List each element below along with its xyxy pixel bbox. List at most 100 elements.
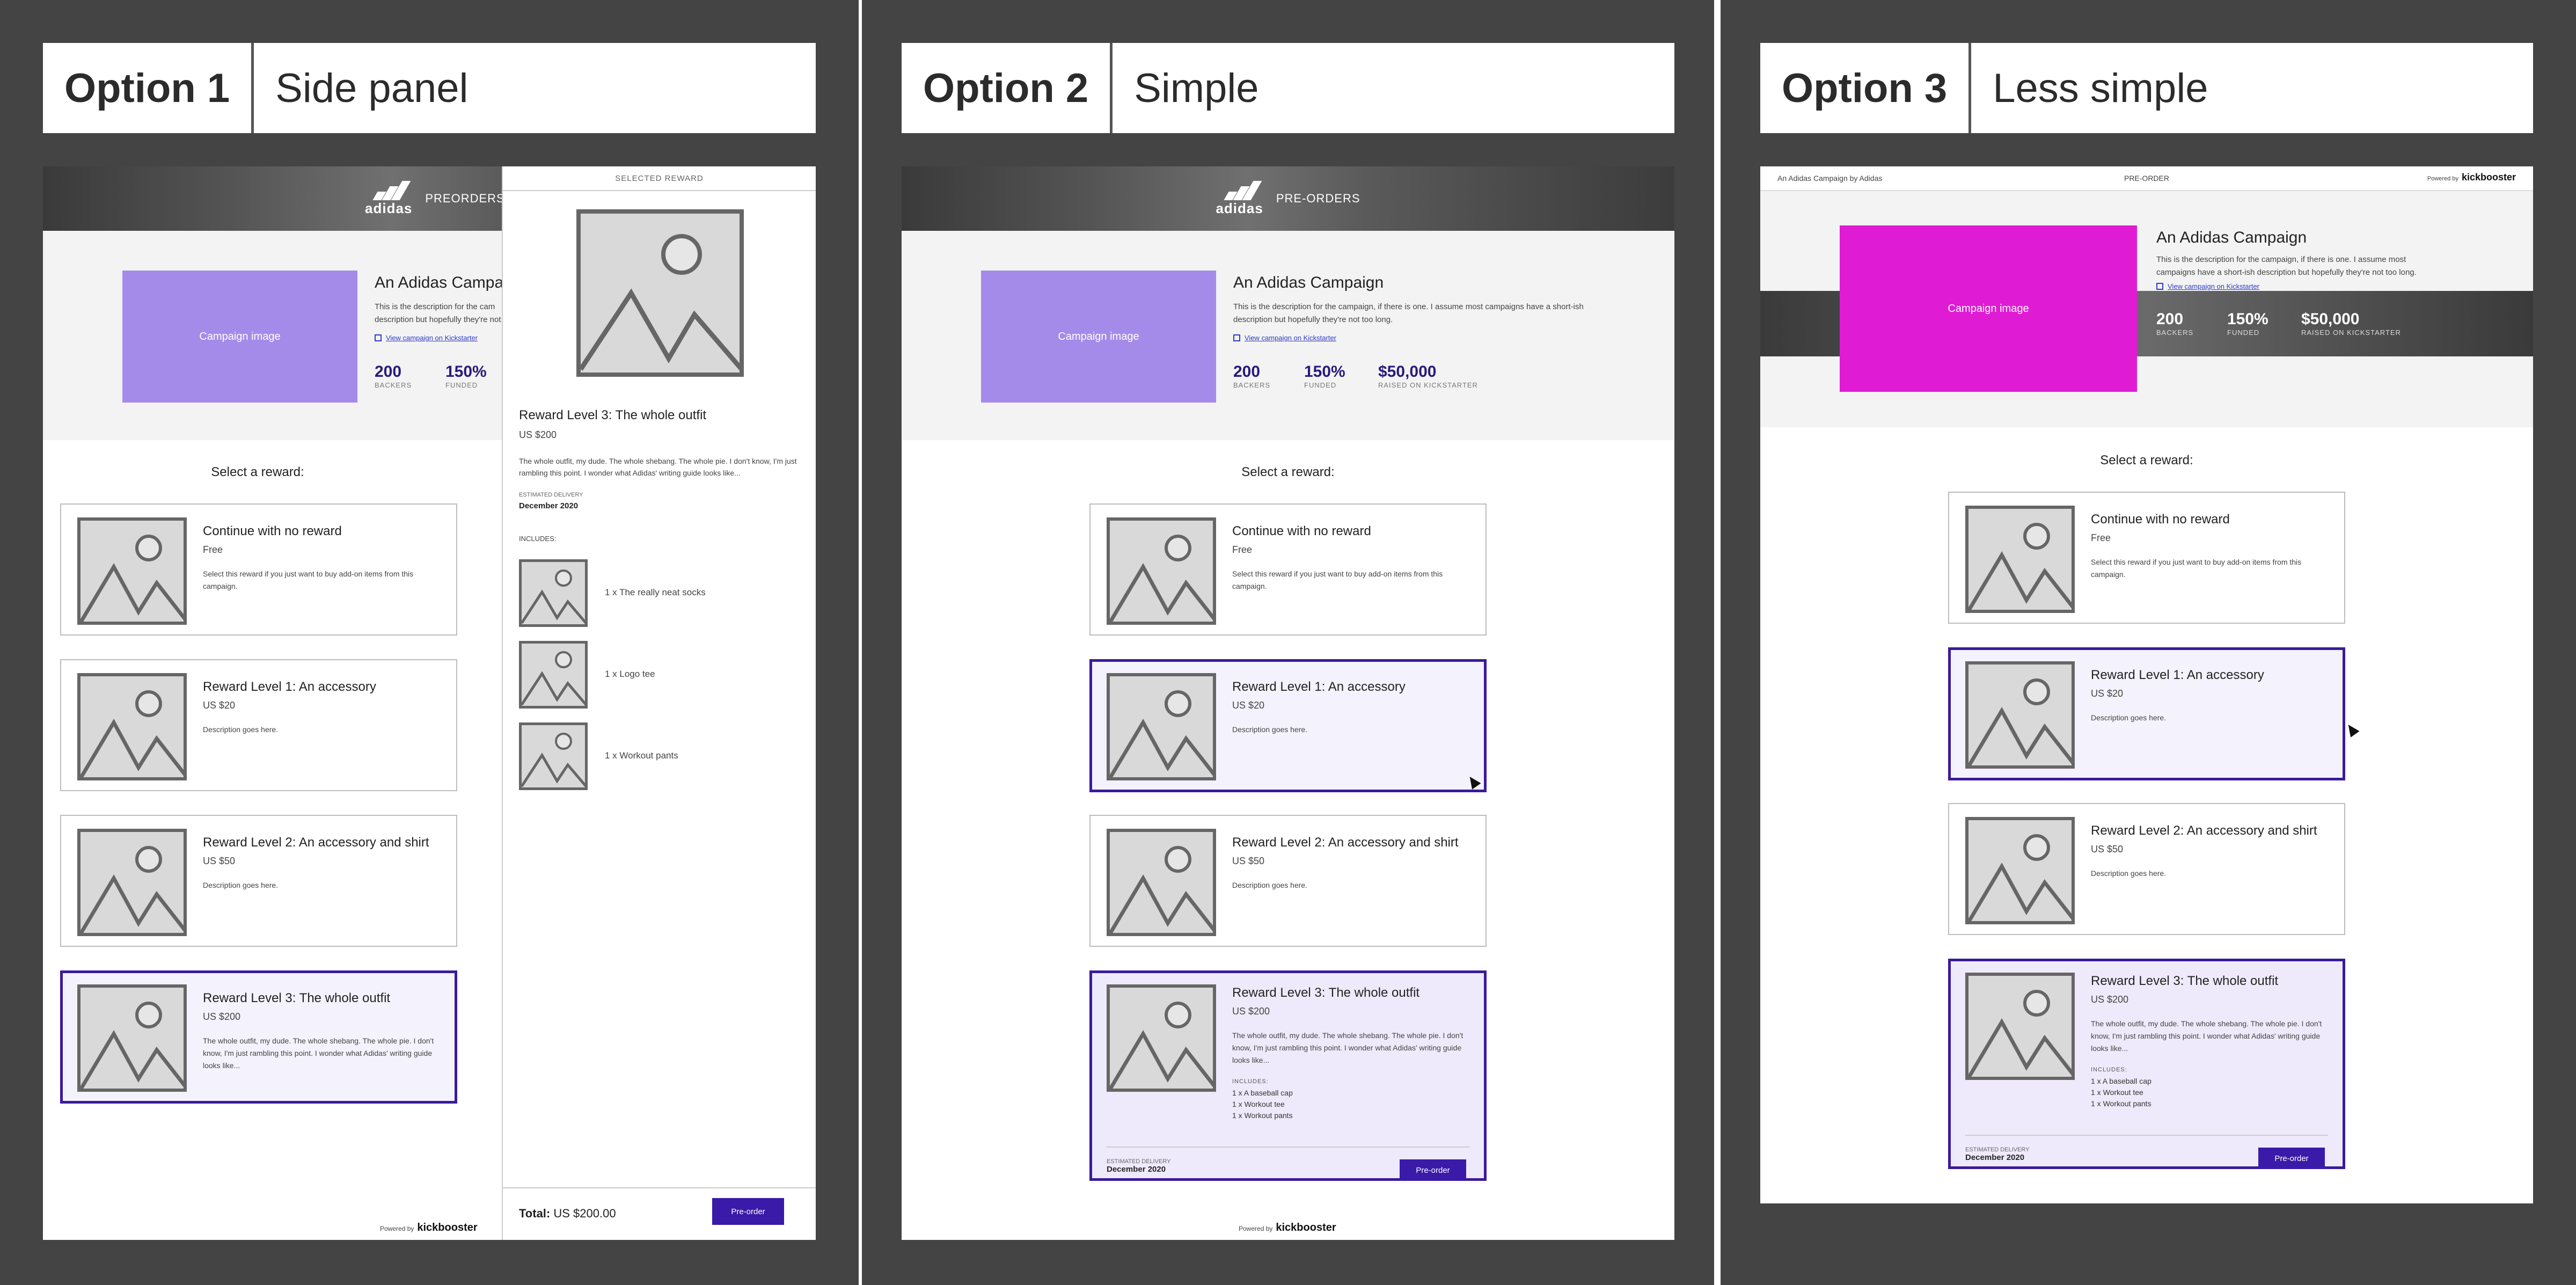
reward-description: The whole outfit, my dude. The whole she…: [2091, 1019, 2322, 1053]
banner-preorders-label: PRE-ORDERS: [1276, 192, 1360, 205]
reward-title: Reward Level 3: The whole outfit: [2091, 974, 2279, 988]
kickstarter-link[interactable]: View campaign on Kickstarter: [1233, 334, 1336, 342]
select-reward-label: Select a reward:: [1241, 465, 1335, 479]
mouse-cursor-icon: [1465, 773, 1481, 790]
include-item-label: 1 x Logo tee: [605, 669, 655, 679]
campaign-description: This is the description for the campaign…: [2156, 255, 2417, 277]
reward-image-placeholder: [77, 829, 187, 936]
reward-card-level-1[interactable]: Reward Level 1: An accessory US $20 Desc…: [1948, 647, 2345, 780]
side-reward-title: Reward Level 3: The whole outfit: [519, 408, 707, 422]
side-panel-header: SELECTED REWARD: [503, 166, 816, 191]
reward-price: US $20: [1232, 700, 1265, 711]
top-bar-pre-order: PRE-ORDER: [2124, 174, 2169, 182]
campaign-title: An Adidas Campaig: [375, 274, 516, 291]
side-delivery-value: December 2020: [519, 501, 579, 510]
stat-raised: $50,000 RAISED ON KICKSTARTER: [1378, 363, 1478, 389]
reward-price: US $20: [203, 700, 236, 711]
pre-order-button[interactable]: Pre-order: [712, 1198, 784, 1225]
reward-image-placeholder: [1965, 973, 2075, 1080]
total-label: Total: US $200.00: [519, 1207, 616, 1220]
reward-card-level-2[interactable]: Reward Level 2: An accessory and shirt U…: [60, 815, 457, 947]
reward-description: Select this reward if you just want to b…: [2091, 558, 2302, 579]
include-item-label: 1 x The really neat socks: [605, 587, 706, 597]
reward-image-placeholder: [1107, 984, 1216, 1092]
reward-image-placeholder: [77, 517, 187, 625]
external-link-icon: [1233, 334, 1240, 341]
selected-reward-side-panel: SELECTED REWARD Reward Level 3: The whol…: [502, 166, 816, 1240]
include-item-image: [519, 559, 588, 627]
campaign-title: An Adidas Campaign: [1233, 274, 1384, 291]
option-title: Side panel: [275, 65, 469, 111]
column-divider: [1714, 0, 1721, 1285]
campaign-image: Campaign image: [122, 271, 357, 403]
side-reward-price: US $200: [519, 429, 557, 440]
powered-by-kickbooster: Powered by kickbooster: [380, 1222, 478, 1233]
reward-image-placeholder: [1107, 517, 1216, 625]
reward-includes: INCLUDES: 1 x A baseball cap 1 x Workout…: [2091, 1067, 2151, 1108]
reward-image-placeholder: [1107, 829, 1216, 936]
reward-title: Reward Level 1: An accessory: [1232, 680, 1406, 694]
reward-price: US $200: [1232, 1006, 1270, 1017]
reward-card-level-2[interactable]: Reward Level 2: An accessory and shirt U…: [1948, 803, 2345, 935]
reward-card-level-3[interactable]: Reward Level 3: The whole outfit US $200…: [60, 970, 457, 1104]
select-reward-label: Select a reward:: [2100, 453, 2193, 468]
stat-backers: 200 BACKERS: [2156, 310, 2194, 337]
reward-title: Reward Level 1: An accessory: [2091, 668, 2264, 682]
option-title: Simple: [1134, 65, 1259, 111]
pre-order-button[interactable]: Pre-order: [2258, 1148, 2325, 1169]
reward-footer: ESTIMATED DELIVERY December 2020 Pre-ord…: [1107, 1147, 1469, 1181]
reward-description: Description goes here.: [2091, 713, 2167, 722]
reward-image-placeholder: [77, 984, 187, 1092]
external-link-icon: [2156, 283, 2163, 290]
reward-card-no-reward[interactable]: Continue with no reward Free Select this…: [1089, 503, 1487, 636]
reward-price: US $200: [2091, 994, 2129, 1005]
reward-description: The whole outfit, my dude. The whole she…: [1232, 1031, 1463, 1064]
reward-description: Description goes here.: [1232, 881, 1308, 889]
reward-description: Description goes here.: [203, 725, 279, 734]
reward-description: Description goes here.: [1232, 725, 1308, 734]
stat-funded: 150% FUNDED: [445, 363, 487, 389]
reward-title: Continue with no reward: [2091, 512, 2230, 527]
mockup-frame: An Adidas Campaign by Adidas PRE-ORDER P…: [1760, 166, 2533, 1203]
reward-title: Reward Level 3: The whole outfit: [1232, 985, 1420, 1000]
pre-order-button[interactable]: Pre-order: [1400, 1159, 1466, 1181]
option-header: Option 2 Simple: [902, 43, 1674, 133]
side-delivery-label: ESTIMATED DELIVERY: [519, 492, 583, 498]
reward-card-level-1[interactable]: Reward Level 1: An accessory US $20 Desc…: [60, 659, 457, 791]
reward-description: The whole outfit, my dude. The whole she…: [203, 1036, 434, 1070]
reward-price: Free: [2091, 532, 2111, 543]
reward-card-level-2[interactable]: Reward Level 2: An accessory and shirt U…: [1089, 815, 1487, 947]
reward-card-level-3[interactable]: Reward Level 3: The whole outfit US $200…: [1089, 970, 1487, 1181]
include-item-image: [519, 641, 588, 709]
select-reward-label: Select a reward:: [211, 465, 304, 479]
stat-backers: 200 BACKERS: [375, 363, 412, 389]
adidas-logo: adidas: [365, 180, 412, 217]
reward-footer: ESTIMATED DELIVERY December 2020 Pre-ord…: [1965, 1135, 2328, 1169]
reward-card-level-3[interactable]: Reward Level 3: The whole outfit US $200…: [1948, 959, 2345, 1169]
banner-preorders-label: PREORDERS: [425, 192, 505, 205]
reward-title: Reward Level 3: The whole outfit: [203, 991, 391, 1005]
reward-title: Reward Level 1: An accessory: [203, 680, 376, 694]
include-item-label: 1 x Workout pants: [605, 750, 678, 761]
stat-backers: 200 BACKERS: [1233, 363, 1271, 389]
reward-card-level-1[interactable]: Reward Level 1: An accessory US $20 Desc…: [1089, 659, 1487, 792]
campaign-title: An Adidas Campaign: [2156, 229, 2307, 246]
reward-description: Description goes here.: [2091, 869, 2167, 878]
reward-price: US $200: [203, 1011, 241, 1022]
reward-image-placeholder: [1965, 817, 2075, 924]
side-reward-description: The whole outfit, my dude. The whole she…: [519, 457, 797, 477]
option-title: Less simple: [1993, 65, 2208, 111]
mockup-frame: adidas PREORDERS Campaign image An Adida…: [43, 166, 816, 1240]
top-bar-powered: Powered by kickbooster: [2427, 172, 2516, 182]
campaign-image: Campaign image: [1840, 225, 2137, 392]
selected-reward-image-placeholder: [576, 209, 744, 377]
reward-card-no-reward[interactable]: Continue with no reward Free Select this…: [60, 503, 457, 636]
top-bar: An Adidas Campaign by Adidas PRE-ORDER P…: [1760, 166, 2533, 191]
reward-title: Continue with no reward: [1232, 524, 1371, 538]
reward-card-no-reward[interactable]: Continue with no reward Free Select this…: [1948, 492, 2345, 624]
side-panel-footer: Total: US $200.00 Pre-order: [503, 1187, 816, 1240]
kickstarter-link[interactable]: View campaign on Kickstarter: [375, 334, 478, 342]
kickstarter-link[interactable]: View campaign on Kickstarter: [2156, 282, 2259, 290]
reward-price: Free: [1232, 544, 1253, 555]
campaign-hero: Campaign image An Adidas Campaign This i…: [1760, 191, 2533, 427]
